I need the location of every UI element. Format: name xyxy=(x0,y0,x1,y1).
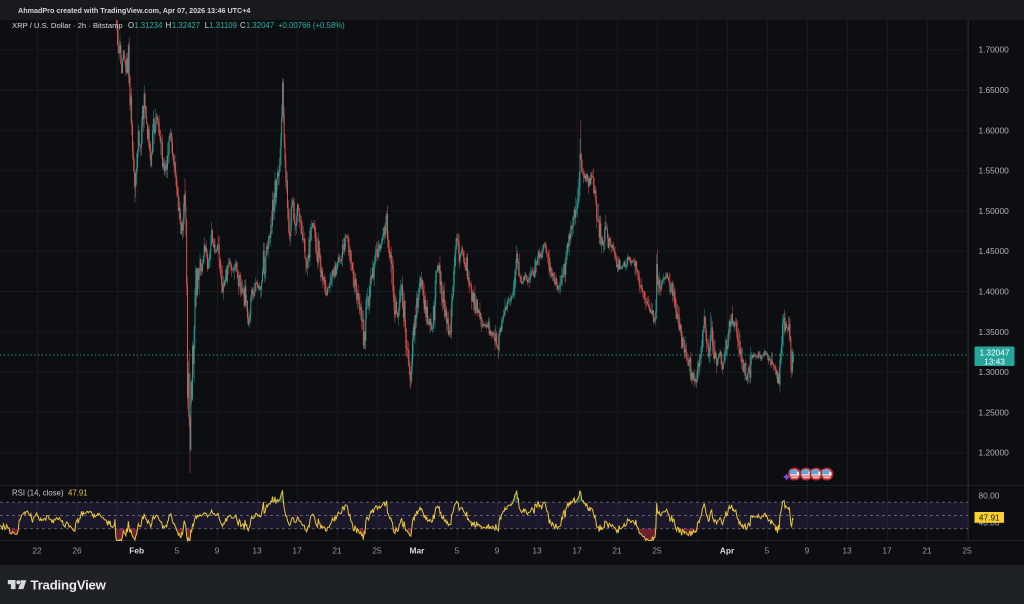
svg-text:H: H xyxy=(166,21,172,30)
svg-text:25: 25 xyxy=(652,546,662,556)
svg-text:Mar: Mar xyxy=(410,546,426,556)
svg-text:1.32427: 1.32427 xyxy=(172,21,200,30)
svg-text:1.32047: 1.32047 xyxy=(246,21,274,30)
svg-text:17: 17 xyxy=(882,546,892,556)
svg-text:1.40000: 1.40000 xyxy=(979,287,1010,297)
svg-text:1.20000: 1.20000 xyxy=(979,448,1010,458)
svg-text:5: 5 xyxy=(455,546,460,556)
svg-text:Apr: Apr xyxy=(720,546,735,556)
svg-text:Feb: Feb xyxy=(129,546,144,556)
svg-text:13: 13 xyxy=(532,546,542,556)
svg-text:+0.00766 (+0.58%): +0.00766 (+0.58%) xyxy=(278,21,345,30)
svg-text:13: 13 xyxy=(842,546,852,556)
svg-text:RSI (14, close): RSI (14, close) xyxy=(12,489,64,498)
svg-text:13: 13 xyxy=(252,546,262,556)
svg-text:17: 17 xyxy=(292,546,302,556)
svg-text:21: 21 xyxy=(332,546,342,556)
svg-text:80.00: 80.00 xyxy=(979,490,1000,500)
svg-text:47.91: 47.91 xyxy=(68,489,88,498)
svg-text:21: 21 xyxy=(612,546,622,556)
svg-text:1.60000: 1.60000 xyxy=(979,125,1010,135)
svg-text:25: 25 xyxy=(372,546,382,556)
svg-text:26: 26 xyxy=(72,546,82,556)
svg-text:O: O xyxy=(128,21,134,30)
svg-text:TradingView: TradingView xyxy=(31,578,107,593)
svg-text:9: 9 xyxy=(495,546,500,556)
svg-text:1.31109: 1.31109 xyxy=(209,21,237,30)
svg-text:1.55000: 1.55000 xyxy=(979,166,1010,176)
svg-text:9: 9 xyxy=(215,546,220,556)
svg-text:1.70000: 1.70000 xyxy=(979,45,1010,55)
svg-text:21: 21 xyxy=(922,546,932,556)
svg-text:XRP / U.S. Dollar · 2h · Bitst: XRP / U.S. Dollar · 2h · Bitstamp xyxy=(12,21,123,30)
svg-text:1.35000: 1.35000 xyxy=(979,327,1010,337)
svg-text:1.50000: 1.50000 xyxy=(979,206,1010,216)
svg-text:13:43: 13:43 xyxy=(984,357,1005,367)
svg-text:5: 5 xyxy=(175,546,180,556)
svg-text:1.65000: 1.65000 xyxy=(979,85,1010,95)
svg-text:1.31234: 1.31234 xyxy=(134,21,163,30)
svg-text:25: 25 xyxy=(962,546,972,556)
svg-text:5: 5 xyxy=(765,546,770,556)
svg-text:47.91: 47.91 xyxy=(979,513,1000,523)
svg-text:22: 22 xyxy=(32,546,42,556)
svg-text:9: 9 xyxy=(805,546,810,556)
svg-text:17: 17 xyxy=(572,546,582,556)
svg-text:1.25000: 1.25000 xyxy=(979,407,1010,417)
svg-text:AhmadPro created with TradingV: AhmadPro created with TradingView.com, A… xyxy=(18,6,250,15)
svg-text:1.45000: 1.45000 xyxy=(979,246,1010,256)
svg-text:1.30000: 1.30000 xyxy=(979,367,1010,377)
